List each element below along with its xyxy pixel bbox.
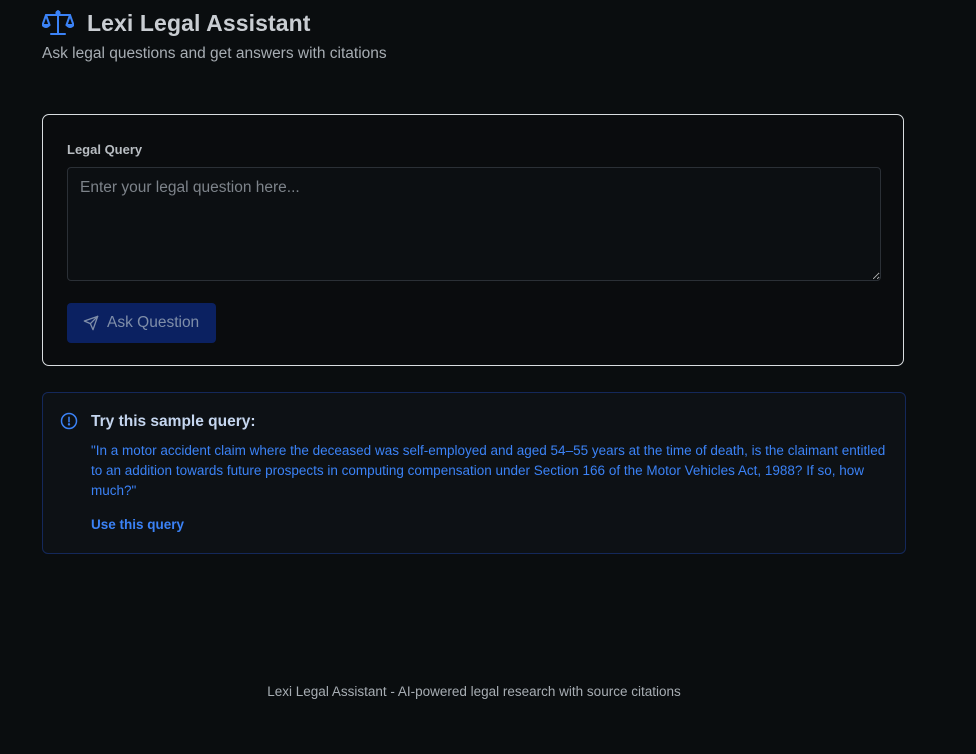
sample-query-text: "In a motor accident claim where the dec… (91, 443, 886, 498)
sample-query-card: Try this sample query: "In a motor accid… (42, 392, 906, 554)
query-form-card: Legal Query Ask Question (42, 114, 904, 366)
use-this-query-link[interactable]: Use this query (91, 517, 184, 532)
app-title: Lexi Legal Assistant (87, 9, 311, 36)
scale-icon (41, 9, 75, 37)
query-label: Legal Query (67, 142, 143, 157)
send-icon (83, 315, 99, 331)
app-subtitle: Ask legal questions and get answers with… (42, 45, 387, 62)
sample-title: Try this sample query: (91, 413, 256, 430)
app-header: Lexi Legal Assistant Ask legal questions… (41, 6, 387, 63)
query-textarea[interactable] (67, 167, 881, 281)
info-icon (60, 412, 78, 430)
footer-text: Lexi Legal Assistant - AI-powered legal … (267, 684, 681, 699)
ask-question-label: Ask Question (107, 314, 200, 331)
title-row: Lexi Legal Assistant (41, 6, 387, 40)
ask-question-button[interactable]: Ask Question (67, 303, 216, 343)
